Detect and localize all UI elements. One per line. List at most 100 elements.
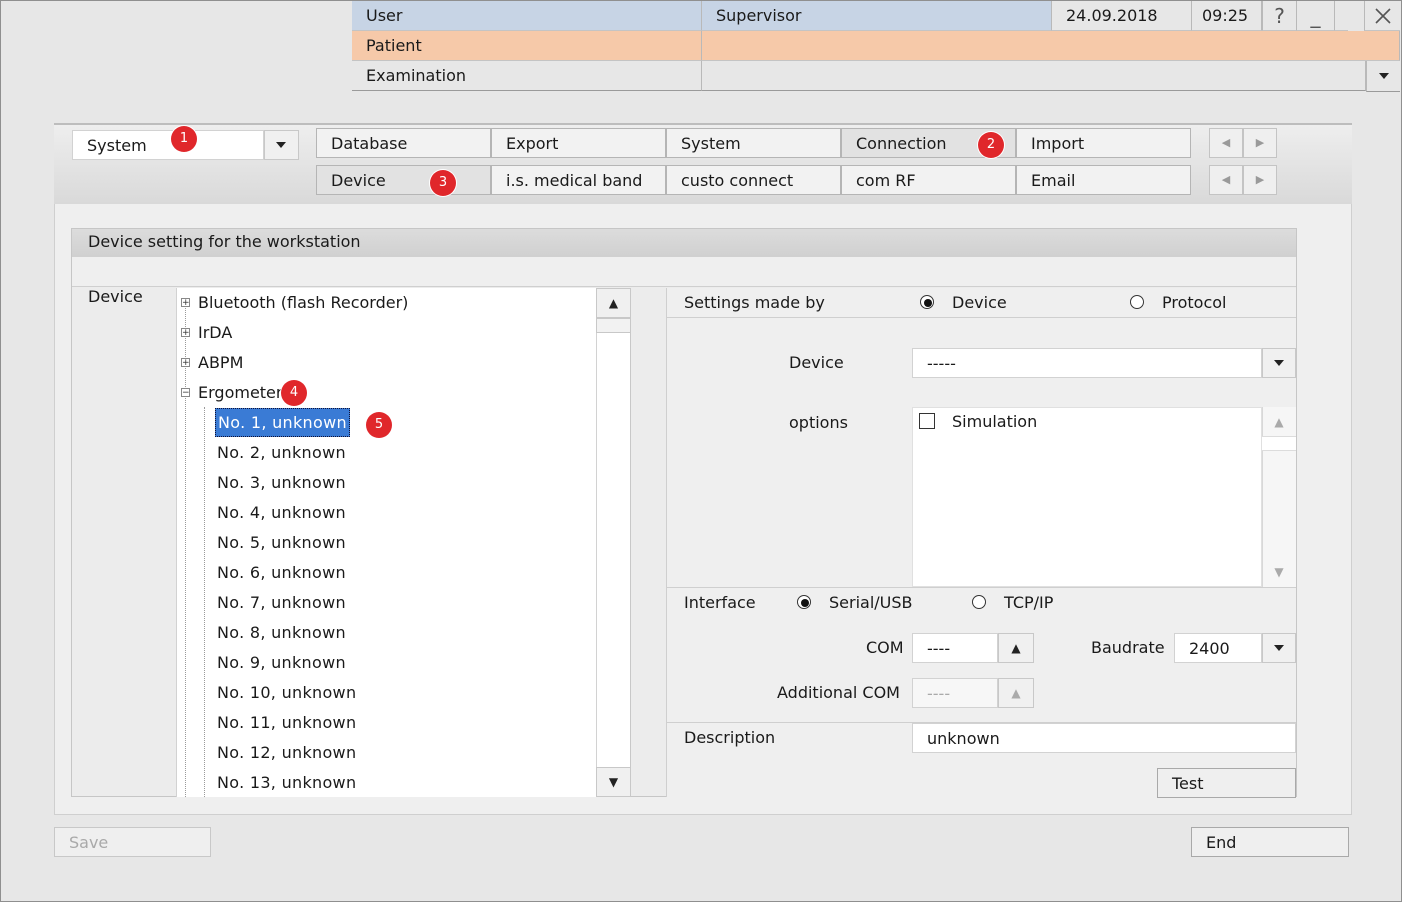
annotation-badge-3: 3: [430, 170, 456, 196]
chevron-right-icon: ▶: [1255, 136, 1265, 149]
tab-device[interactable]: Device: [316, 165, 491, 195]
annotation-badge-1: 1: [171, 126, 197, 152]
description-label: Description: [684, 728, 776, 747]
tree-scroll-down-button[interactable]: ▼: [596, 767, 631, 797]
description-field[interactable]: unknown: [912, 723, 1296, 753]
made-by-device-radio[interactable]: [920, 295, 934, 309]
tree-line: [185, 302, 186, 797]
minimize-button[interactable]: _: [1296, 1, 1334, 31]
device-dropdown-button[interactable]: [1262, 348, 1296, 378]
tree-item-no-12[interactable]: No. 12, unknown: [217, 738, 356, 768]
date-display: 24.09.2018: [1052, 1, 1192, 31]
expand-icon[interactable]: +: [181, 358, 190, 368]
help-button[interactable]: ?: [1262, 1, 1296, 31]
chevron-down-icon: [1274, 645, 1284, 651]
section-title: Device setting for the workstation: [72, 229, 1296, 257]
expand-icon[interactable]: +: [181, 298, 190, 308]
arrow-up-icon: ▲: [1011, 686, 1021, 700]
tree-item-no-7[interactable]: No. 7, unknown: [217, 588, 346, 618]
tab-system[interactable]: System: [666, 128, 841, 158]
header-spacer: [1334, 1, 1348, 31]
tree-group-abpm[interactable]: ABPM: [198, 348, 243, 378]
tree-item-no-8[interactable]: No. 8, unknown: [217, 618, 346, 648]
tree-item-no-10[interactable]: No. 10, unknown: [217, 678, 356, 708]
additional-com-field[interactable]: ----: [912, 678, 998, 708]
patient-label: Patient: [352, 31, 702, 61]
tab-is-medical-band[interactable]: i.s. medical band: [491, 165, 666, 195]
tree-item-no-11[interactable]: No. 11, unknown: [217, 708, 356, 738]
tab-export[interactable]: Export: [491, 128, 666, 158]
category-dropdown-button[interactable]: [264, 130, 299, 160]
tree-group-ergometer[interactable]: Ergometer: [198, 378, 282, 408]
chevron-left-icon: ◀: [1221, 136, 1231, 149]
serial-usb-radio[interactable]: [797, 595, 811, 609]
com-label: COM: [866, 638, 904, 657]
chevron-down-icon: [1379, 73, 1389, 79]
tree-item-no-9[interactable]: No. 9, unknown: [217, 648, 346, 678]
tree-scroll-up-button[interactable]: ▲: [596, 288, 631, 318]
save-button[interactable]: Save: [54, 827, 211, 857]
tree-scroll-thumb[interactable]: [596, 318, 631, 333]
made-by-protocol-label: Protocol: [1162, 293, 1227, 312]
com-stepper-button[interactable]: ▲: [998, 633, 1034, 663]
serial-usb-label: Serial/USB: [829, 593, 913, 612]
options-scroll-down-button[interactable]: ▼: [1262, 557, 1296, 587]
tabs-prev-button[interactable]: ◀: [1209, 128, 1243, 158]
baudrate-label: Baudrate: [1091, 638, 1165, 657]
tree-group-irda[interactable]: IrDA: [198, 318, 232, 348]
tab-com-rf[interactable]: com RF: [841, 165, 1016, 195]
tab-import[interactable]: Import: [1016, 128, 1191, 158]
tree-item-no-4[interactable]: No. 4, unknown: [217, 498, 346, 528]
time-display: 09:25: [1192, 1, 1262, 31]
tcp-ip-label: TCP/IP: [1004, 593, 1054, 612]
annotation-badge-5: 5: [366, 412, 392, 438]
made-by-protocol-radio[interactable]: [1130, 295, 1144, 309]
options-scroll-up-button[interactable]: ▲: [1262, 407, 1296, 437]
tcp-ip-radio[interactable]: [972, 595, 986, 609]
tabs2-next-button[interactable]: ▶: [1243, 165, 1277, 195]
tree-item-no-1[interactable]: No. 1, unknown: [215, 408, 350, 437]
arrow-down-icon: ▼: [608, 775, 619, 789]
close-icon: [1374, 8, 1391, 24]
tab-custo-connect[interactable]: custo connect: [666, 165, 841, 195]
examination-label: Examination: [352, 61, 702, 91]
tab-email[interactable]: Email: [1016, 165, 1191, 195]
tree-item-no-3[interactable]: No. 3, unknown: [217, 468, 346, 498]
divider: [667, 587, 1296, 588]
additional-com-stepper-button[interactable]: ▲: [998, 678, 1034, 708]
baudrate-select[interactable]: 2400: [1174, 633, 1262, 663]
user-value: Supervisor: [702, 1, 1052, 31]
tree-item-no-5[interactable]: No. 5, unknown: [217, 528, 346, 558]
arrow-up-icon: ▲: [1011, 641, 1021, 655]
simulation-checkbox[interactable]: [919, 413, 935, 429]
tree-scrollbar[interactable]: [596, 288, 631, 797]
collapse-icon[interactable]: −: [181, 388, 190, 398]
patient-field[interactable]: [702, 31, 1400, 61]
minimize-icon: _: [1310, 4, 1321, 28]
tree-item-no-2[interactable]: No. 2, unknown: [217, 438, 346, 468]
tree-group-bluetooth[interactable]: Bluetooth (flash Recorder): [198, 288, 408, 318]
made-by-device-label: Device: [952, 293, 1007, 312]
expand-icon[interactable]: +: [181, 328, 190, 338]
tab-database[interactable]: Database: [316, 128, 491, 158]
end-button[interactable]: End: [1191, 827, 1349, 857]
options-scroll-thumb[interactable]: [1262, 437, 1296, 451]
examination-dropdown-button[interactable]: [1366, 61, 1400, 92]
category-select[interactable]: System: [72, 130, 264, 160]
device-label: Device: [789, 353, 844, 372]
close-button[interactable]: [1364, 1, 1400, 31]
tree-item-no-6[interactable]: No. 6, unknown: [217, 558, 346, 588]
tree-item-no-13[interactable]: No. 13, unknown: [217, 768, 356, 798]
arrow-down-icon: ▼: [1274, 565, 1284, 579]
user-label: User: [352, 1, 702, 31]
annotation-badge-2: 2: [978, 132, 1004, 158]
baudrate-dropdown-button[interactable]: [1262, 633, 1296, 663]
chevron-down-icon: [276, 142, 286, 148]
com-field[interactable]: ----: [912, 633, 998, 663]
tabs-next-button[interactable]: ▶: [1243, 128, 1277, 158]
tabs2-prev-button[interactable]: ◀: [1209, 165, 1243, 195]
examination-field[interactable]: [702, 61, 1366, 91]
interface-label: Interface: [684, 593, 756, 612]
test-button[interactable]: Test: [1157, 768, 1296, 798]
device-select[interactable]: -----: [912, 348, 1262, 378]
